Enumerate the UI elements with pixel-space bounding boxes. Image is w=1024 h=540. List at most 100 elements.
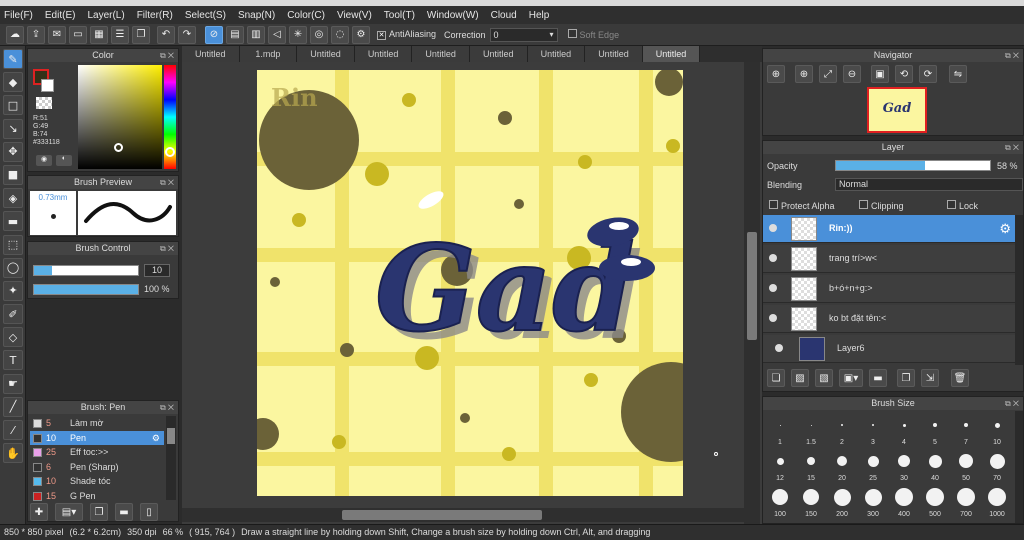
canvas-vertical-scrollbar[interactable] (744, 62, 760, 524)
select-pen-icon[interactable]: ✐ (3, 304, 23, 325)
fill-rect-tool-icon[interactable]: ■ (3, 164, 23, 185)
horizontal-scroll-thumb[interactable] (342, 510, 542, 520)
layer-visibility-icon[interactable] (769, 224, 777, 232)
tab-document[interactable]: Untitled (527, 46, 586, 62)
brush-size-option[interactable]: 40 (920, 449, 950, 483)
brush-size-option[interactable]: 2 (827, 413, 857, 447)
vertical-scroll-thumb[interactable] (747, 232, 757, 340)
delete-brush-icon[interactable]: ▯ (140, 503, 158, 521)
float-panel-icon[interactable]: ⧉ ✕ (1005, 141, 1019, 154)
layer-row[interactable]: trang trí>w< (763, 245, 1015, 273)
float-panel-icon[interactable]: ⧉ ✕ (160, 176, 174, 189)
protect-alpha-checkbox[interactable] (769, 200, 778, 209)
brush-tool-icon[interactable]: ✎ (3, 49, 23, 69)
brush-size-slider[interactable] (33, 265, 139, 276)
brush-size-option[interactable]: 300 (858, 485, 888, 519)
delete-layer-icon[interactable]: 🗑 (951, 369, 969, 387)
tab-document[interactable]: Untitled (354, 46, 413, 62)
add-brush-icon[interactable]: ✚ (30, 503, 48, 521)
tab-document[interactable]: Untitled (297, 46, 355, 62)
brush-size-option[interactable]: 25 (858, 449, 888, 483)
gradient-tool-icon[interactable]: ▬ (3, 211, 23, 232)
secondary-color-swatch[interactable] (41, 79, 54, 92)
tab-document-active[interactable]: Untitled (642, 46, 701, 62)
color-wheel-small-icon[interactable]: ◐ (56, 155, 72, 166)
crisscross-snap-icon[interactable]: ▥ (247, 25, 265, 44)
brush-size-option[interactable]: 150 (796, 485, 826, 519)
redo-icon[interactable]: ↷ (178, 25, 196, 44)
grid-icon[interactable]: ▦ (90, 25, 108, 44)
brush-list-scrollbar[interactable] (166, 416, 176, 500)
layer-visibility-icon[interactable] (769, 284, 777, 292)
list-icon[interactable]: ☰ (111, 25, 129, 44)
hue-slider[interactable] (164, 65, 176, 169)
brush-size-option[interactable]: 1 (765, 413, 795, 447)
layer-folder-icon[interactable]: ▬ (869, 369, 887, 387)
saturation-value-picker[interactable] (78, 65, 162, 169)
lock-toggle[interactable]: Lock (947, 200, 978, 211)
no-snap-icon[interactable]: ⊘ (205, 25, 223, 44)
merge-layer-icon[interactable]: ⇲ (921, 369, 939, 387)
antialiasing-checkbox[interactable]: ✕ (377, 31, 386, 40)
layer-settings-icon[interactable]: ⚙ (999, 221, 1011, 237)
operation-tool-icon[interactable]: ☛ (3, 373, 23, 394)
menu-window[interactable]: Window(W) (427, 10, 479, 21)
folder-brush-icon[interactable]: ▬ (115, 503, 133, 521)
copy-icon[interactable]: ❐ (132, 25, 150, 44)
zoom-in-alt-icon[interactable]: ⊕ (795, 65, 813, 83)
menu-snap[interactable]: Snap(N) (238, 10, 275, 21)
menu-file[interactable]: File(F) (4, 10, 33, 21)
radial-snap-icon[interactable]: ✳ (289, 25, 307, 44)
blending-select[interactable]: Normal (835, 178, 1023, 191)
float-panel-icon[interactable]: ⧉ ✕ (1005, 49, 1019, 62)
brush-list-item[interactable]: 25 Eff toc:>> (30, 445, 164, 459)
hand-tool-icon[interactable]: ✋ (3, 443, 23, 464)
menu-tool[interactable]: Tool(T) (384, 10, 415, 21)
float-panel-icon[interactable]: ⧉ ✕ (160, 401, 174, 414)
menu-color[interactable]: Color(C) (287, 10, 325, 21)
brush-size-option[interactable]: 400 (889, 485, 919, 519)
rect-tool-icon[interactable]: □ (3, 95, 23, 116)
parallel-snap-icon[interactable]: ▤ (226, 25, 244, 44)
float-panel-icon[interactable]: ⧉ ✕ (160, 242, 174, 255)
move-tool-icon[interactable]: ✥ (3, 141, 23, 162)
menu-view[interactable]: View(V) (337, 10, 372, 21)
divide-tool-icon[interactable]: ╱ (3, 396, 23, 417)
menu-layer[interactable]: Layer(L) (87, 10, 124, 21)
correction-select[interactable]: 0 (489, 27, 558, 42)
brush-size-option[interactable]: 50 (951, 449, 981, 483)
brush-size-option[interactable]: 15 (796, 449, 826, 483)
brush-size-input[interactable]: 10 (144, 264, 170, 277)
hue-slider-handle[interactable] (165, 147, 175, 157)
float-panel-icon[interactable]: ⧉ ✕ (160, 49, 174, 62)
export-icon[interactable]: ⇪ (27, 25, 45, 44)
antialiasing-toggle[interactable]: ✕ AntiAliasing (377, 29, 436, 40)
snap-settings-icon[interactable]: ⚙ (352, 25, 370, 44)
brush-opacity-slider[interactable] (33, 284, 139, 295)
brush-size-scrollbar[interactable] (1015, 411, 1023, 523)
canvas-horizontal-scrollbar[interactable] (182, 508, 744, 522)
rotate-reset-icon[interactable]: ⟳ (919, 65, 937, 83)
zoom-out-icon[interactable]: ⊖ (843, 65, 861, 83)
layer-visibility-icon[interactable] (769, 254, 777, 262)
eyedropper-small-icon[interactable]: ◉ (36, 155, 52, 166)
transparent-color-swatch[interactable] (36, 97, 52, 109)
clipping-checkbox[interactable] (859, 200, 868, 209)
layer-row[interactable]: Rin:)) ⚙ (763, 215, 1015, 243)
rotate-icon[interactable]: ⟲ (895, 65, 913, 83)
float-panel-icon[interactable]: ⧉ ✕ (1005, 397, 1019, 410)
new-layer-8bit-icon[interactable]: ▧ (815, 369, 833, 387)
flip-icon[interactable]: ⇋ (949, 65, 967, 83)
curve-snap-icon[interactable]: ◌ (331, 25, 349, 44)
select-tool-icon[interactable]: ⬚ (3, 234, 23, 255)
lock-checkbox[interactable] (947, 200, 956, 209)
layer-visibility-icon[interactable] (775, 344, 783, 352)
layer-row[interactable]: ko bt đặt tên:< (763, 305, 1015, 333)
menu-help[interactable]: Help (529, 10, 550, 21)
artwork-canvas[interactable]: Rin Gad Gad (257, 70, 683, 496)
brush-list-item[interactable]: 10 Shade tóc (30, 474, 164, 488)
brush-size-option[interactable]: 70 (982, 449, 1012, 483)
menu-cloud[interactable]: Cloud (491, 10, 517, 21)
brush-size-option[interactable]: 100 (765, 485, 795, 519)
duplicate-layer-icon[interactable]: ❐ (897, 369, 915, 387)
